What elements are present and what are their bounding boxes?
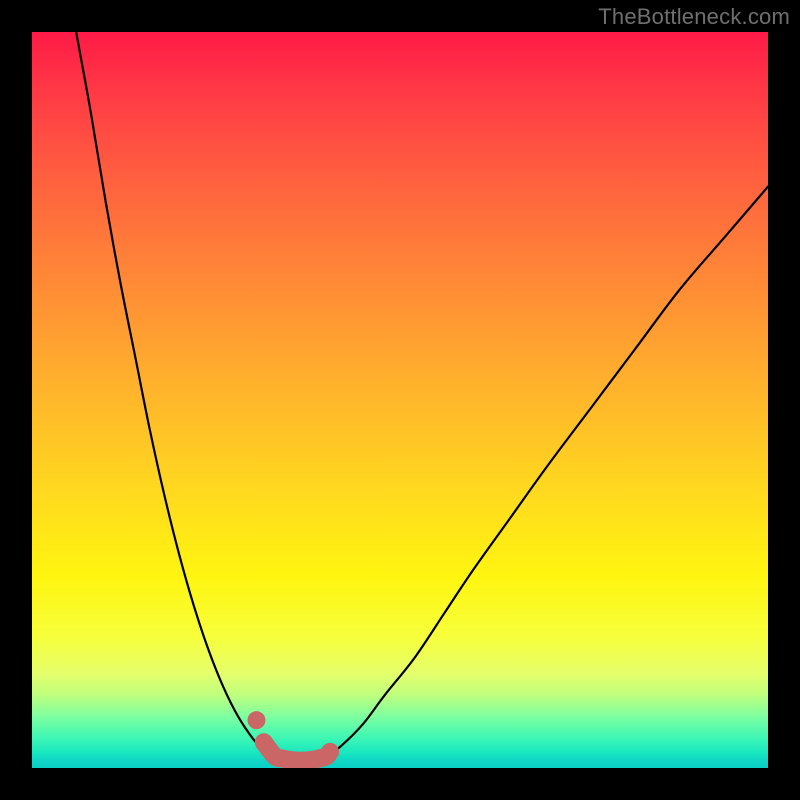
highlight-segment (264, 742, 330, 760)
chart-area (32, 32, 768, 768)
marker-dot (247, 711, 265, 729)
bottleneck-curve-left (76, 32, 275, 757)
bottleneck-curve-right (326, 187, 768, 757)
watermark-text: TheBottleneck.com (598, 4, 790, 30)
chart-svg (32, 32, 768, 768)
